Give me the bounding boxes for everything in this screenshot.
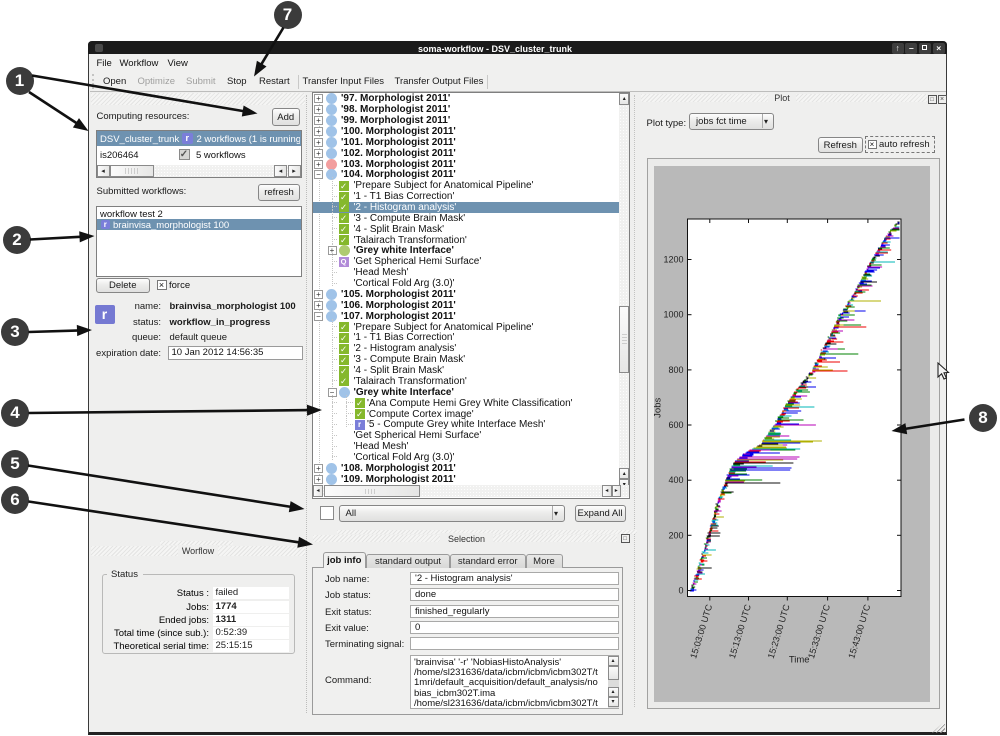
svg-text:1000: 1000: [663, 309, 683, 319]
svg-text:800: 800: [668, 364, 683, 374]
svg-text:Jobs: Jobs: [654, 397, 664, 417]
svg-text:15:23:00 UTC: 15:23:00 UTC: [766, 602, 792, 659]
svg-text:400: 400: [668, 475, 683, 485]
svg-text:600: 600: [668, 420, 683, 430]
svg-text:Time: Time: [789, 654, 810, 665]
svg-text:15:13:00 UTC: 15:13:00 UTC: [727, 602, 753, 659]
svg-text:15:43:00 UTC: 15:43:00 UTC: [846, 602, 872, 659]
svg-text:0: 0: [678, 585, 683, 595]
svg-text:15:03:00 UTC: 15:03:00 UTC: [688, 602, 714, 659]
svg-text:1200: 1200: [663, 254, 683, 264]
svg-text:15:33:00 UTC: 15:33:00 UTC: [806, 602, 832, 659]
svg-text:200: 200: [668, 530, 683, 540]
